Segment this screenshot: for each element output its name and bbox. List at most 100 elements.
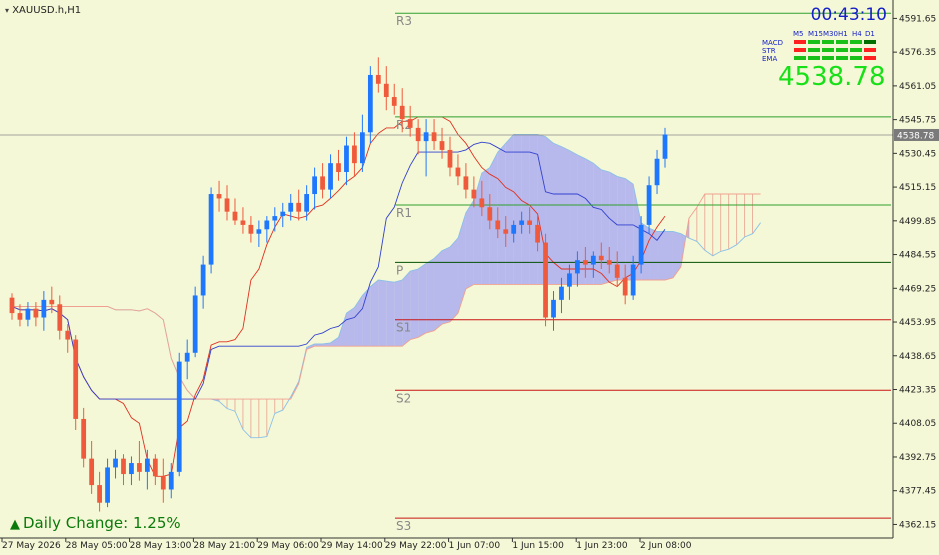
price-axis[interactable]: 4591.65 4576.35 4561.05 4545.75 4530.45 4515.… <box>892 0 939 555</box>
candle <box>256 220 262 247</box>
candle <box>543 233 548 327</box>
candle-body <box>81 418 87 459</box>
price-tick-label: 4499.85 <box>899 217 936 227</box>
price-tick-label: 4453.95 <box>899 318 936 328</box>
time-tick-label: 28 May 05:00 <box>66 541 128 551</box>
candle-body <box>487 207 493 221</box>
candle <box>248 216 254 243</box>
price-tick-label: 4484.55 <box>899 251 936 261</box>
candle <box>439 127 445 159</box>
signal-cell <box>850 40 862 44</box>
candle <box>137 440 142 481</box>
candle <box>328 154 333 199</box>
timeframe-label: M15 <box>808 30 823 38</box>
candle-body <box>575 260 580 274</box>
pivot-label-s3: S3 <box>396 519 411 533</box>
candle-body <box>168 471 174 490</box>
candle-body <box>272 216 278 221</box>
candle-body <box>439 141 445 150</box>
candle <box>344 136 349 186</box>
signal-cell <box>836 40 848 44</box>
candle-body <box>646 185 652 225</box>
candle-body <box>312 176 317 195</box>
pivot-label-r1: R1 <box>396 206 412 220</box>
candle <box>551 291 556 331</box>
current-price-display: 4538.78 <box>778 62 886 92</box>
signal-row-label: EMA <box>762 55 777 63</box>
cloud-segment <box>561 146 570 285</box>
candle <box>160 458 166 503</box>
candle-body <box>248 224 254 234</box>
candle <box>113 449 118 479</box>
candle-body <box>25 308 31 320</box>
candle <box>375 57 381 93</box>
candle-body <box>264 220 270 230</box>
signal-cell <box>864 40 876 44</box>
chart-window[interactable]: R3 R2 R1 P S1 S2 S3 4591.65 4576.35 4561.05 4545.… <box>0 0 939 555</box>
candle-body <box>105 467 110 503</box>
candle <box>646 176 652 234</box>
candle-body <box>216 194 222 199</box>
timeframe-label: M5 <box>793 30 804 38</box>
candle <box>654 149 660 195</box>
daily-change: ▲ Daily Change: 1.25% <box>10 514 181 532</box>
signal-cell <box>794 48 806 52</box>
candle-body <box>495 220 501 230</box>
candle-body <box>320 176 325 190</box>
candle-body <box>344 145 349 172</box>
arrow-up-icon: ▲ <box>10 517 20 532</box>
candle-body <box>352 145 357 164</box>
price-tick-label: 4469.25 <box>899 284 936 294</box>
time-axis[interactable]: 27 May 2026 28 May 05:00 28 May 13:00 28 Ma… <box>0 537 893 551</box>
cloud-segment <box>346 307 355 347</box>
candle-body <box>57 304 63 331</box>
candle-body <box>160 476 166 490</box>
candle-body <box>614 264 620 278</box>
price-tick-label: 4392.75 <box>899 453 936 463</box>
candle <box>89 440 95 494</box>
candle <box>224 185 230 221</box>
candle-body <box>567 273 572 287</box>
candle-body <box>200 264 206 296</box>
candle <box>352 132 357 177</box>
daily-change-value: 1.25% <box>133 514 181 532</box>
candle-body <box>137 463 142 472</box>
candle-body <box>511 224 517 234</box>
candle-body <box>328 163 333 190</box>
candle-body <box>471 189 477 199</box>
candlestick-series <box>9 57 668 512</box>
candle <box>81 407 87 468</box>
candle-body <box>431 132 437 142</box>
candle <box>264 216 270 243</box>
cloud-segment <box>402 271 411 347</box>
cloud-segment <box>354 295 363 347</box>
price-tick-label: 4362.15 <box>899 520 936 530</box>
signal-cell <box>808 48 820 52</box>
cloud-segment <box>410 269 419 340</box>
cloud-segment <box>370 280 379 347</box>
cloud-segment <box>649 228 658 281</box>
candle-body <box>208 194 214 265</box>
candle <box>391 83 397 115</box>
candle-body <box>152 458 158 477</box>
signal-row-label: STR <box>762 47 776 55</box>
signal-cell <box>808 56 820 60</box>
candle-body <box>336 163 341 172</box>
price-tick-label: 4545.75 <box>899 116 936 126</box>
symbol-title[interactable]: ▾ XAUUSD.h,H1 <box>5 5 81 16</box>
candle-body <box>662 134 668 159</box>
candle-body <box>224 198 230 212</box>
time-tick-label: 2 Jun 08:00 <box>640 541 692 551</box>
candle <box>383 66 389 111</box>
candle-body <box>192 295 198 353</box>
timeframe-label: H1 <box>838 30 848 38</box>
cloud-segment <box>601 169 610 285</box>
candle-body <box>582 260 588 265</box>
candle-body <box>17 313 23 320</box>
price-tick-label: 4377.45 <box>899 487 936 497</box>
candle <box>662 127 668 168</box>
chevron-down-icon[interactable]: ▾ <box>5 6 9 15</box>
candle-body <box>447 149 453 168</box>
signal-cell <box>794 56 806 60</box>
signal-cell <box>822 48 834 52</box>
